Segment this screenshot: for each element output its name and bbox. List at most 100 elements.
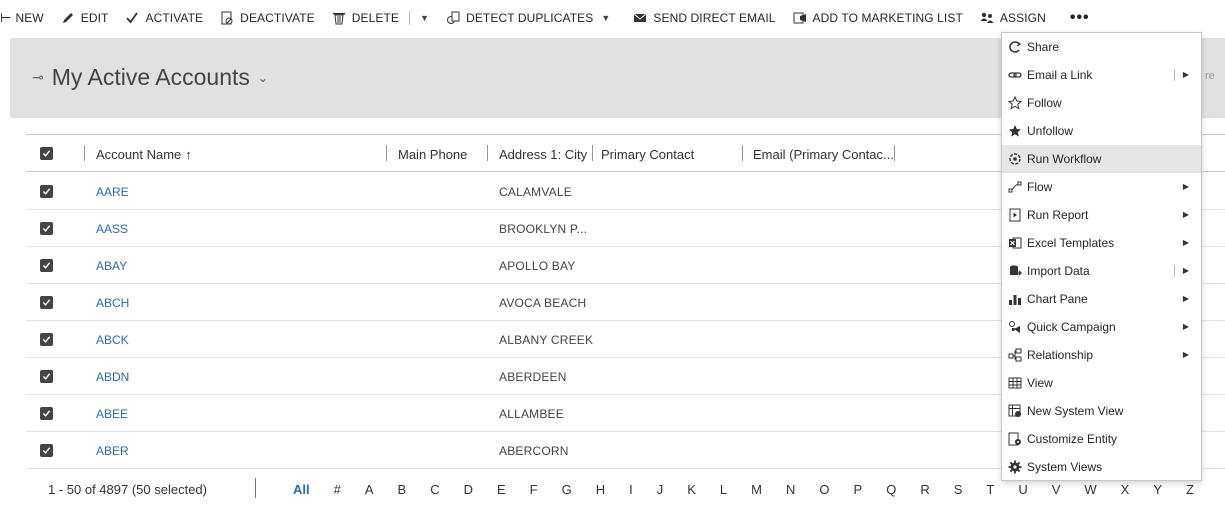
menu-item-relationship[interactable]: Relationship ▶	[1002, 341, 1201, 369]
column-header-main-phone[interactable]: Main Phone	[398, 135, 467, 173]
row-checkbox[interactable]	[40, 333, 53, 346]
select-all-checkbox[interactable]	[40, 147, 53, 160]
gear-icon	[1007, 459, 1023, 475]
menu-item-customize-entity[interactable]: Customize Entity	[1002, 425, 1201, 453]
column-header-primary-contact[interactable]: Primary Contact	[601, 135, 694, 173]
menu-item-system-views[interactable]: System Views	[1002, 453, 1201, 481]
letter-filter[interactable]: Z	[1186, 482, 1194, 497]
row-checkbox[interactable]	[40, 185, 53, 198]
column-header-email[interactable]: Email (Primary Contac...	[753, 135, 894, 173]
menu-item-share[interactable]: Share	[1002, 33, 1201, 61]
account-name-link[interactable]: ABCH	[96, 296, 129, 310]
letter-filter[interactable]: P	[854, 482, 863, 497]
menu-item-follow[interactable]: Follow	[1002, 89, 1201, 117]
letter-filter[interactable]: D	[464, 482, 473, 497]
checkmark-icon	[42, 188, 51, 195]
new-button[interactable]: ⊢ NEW	[0, 0, 52, 36]
letter-filter[interactable]: Q	[886, 482, 896, 497]
menu-item-import-data[interactable]: Import Data ▶	[1002, 257, 1201, 285]
column-divider[interactable]	[742, 145, 743, 161]
menu-item-chart-pane[interactable]: Chart Pane ▶	[1002, 285, 1201, 313]
row-checkbox[interactable]	[40, 296, 53, 309]
letter-filter-all[interactable]: All	[293, 482, 310, 497]
letter-filter[interactable]: H	[596, 482, 605, 497]
column-header-account-name[interactable]: Account Name ↑	[96, 135, 192, 173]
toolbar-divider	[409, 11, 411, 25]
row-checkbox[interactable]	[40, 370, 53, 383]
checkmark-icon	[42, 447, 51, 454]
menu-item-email-a-link[interactable]: Email a Link ▶	[1002, 61, 1201, 89]
account-name-link[interactable]: ABDN	[96, 370, 129, 384]
send-direct-email-button[interactable]: SEND DIRECT EMAIL	[624, 0, 783, 36]
menu-item-new-system-view[interactable]: New System View	[1002, 397, 1201, 425]
letter-filter[interactable]: X	[1121, 482, 1130, 497]
menu-item-run-workflow[interactable]: Run Workflow	[1002, 145, 1201, 173]
letter-filter[interactable]: Y	[1153, 482, 1162, 497]
letter-filter[interactable]: L	[720, 482, 727, 497]
letter-filter[interactable]: V	[1052, 482, 1061, 497]
checkmark-icon	[42, 336, 51, 343]
letter-filter[interactable]: T	[986, 482, 994, 497]
letter-filter[interactable]: R	[920, 482, 929, 497]
assign-button[interactable]: ASSIGN	[971, 0, 1054, 36]
letter-filter[interactable]: F	[530, 482, 538, 497]
letter-filter[interactable]: W	[1084, 482, 1096, 497]
sort-ascending-icon: ↑	[185, 146, 192, 162]
letter-filter[interactable]: B	[398, 482, 407, 497]
more-commands-menu: Share Email a Link ▶ Follow Unfollow Run…	[1001, 32, 1202, 481]
menu-item-view[interactable]: View	[1002, 369, 1201, 397]
row-checkbox[interactable]	[40, 259, 53, 272]
delete-button[interactable]: DELETE	[323, 0, 407, 36]
menu-item-quick-campaign[interactable]: Quick Campaign ▶	[1002, 313, 1201, 341]
account-name-link[interactable]: ABCK	[96, 333, 129, 347]
column-divider[interactable]	[592, 145, 593, 161]
letter-filter[interactable]: E	[497, 482, 506, 497]
menu-item-unfollow[interactable]: Unfollow	[1002, 117, 1201, 145]
edit-button[interactable]: EDIT	[52, 0, 117, 36]
account-name-link[interactable]: AASS	[96, 222, 128, 236]
letter-filter[interactable]: S	[954, 482, 963, 497]
row-checkbox[interactable]	[40, 222, 53, 235]
letter-filter[interactable]: I	[629, 482, 633, 497]
row-checkbox[interactable]	[40, 444, 53, 457]
more-commands-button[interactable]: •••	[1060, 0, 1100, 36]
activate-button[interactable]: ACTIVATE	[116, 0, 211, 36]
letter-filter[interactable]: C	[430, 482, 439, 497]
account-name-link[interactable]: AARE	[96, 185, 129, 199]
letter-filter[interactable]: G	[562, 482, 572, 497]
menu-item-excel-templates[interactable]: Excel Templates ▶	[1002, 229, 1201, 257]
menu-item-flow[interactable]: Flow ▶	[1002, 173, 1201, 201]
letter-filter[interactable]: U	[1018, 482, 1027, 497]
menu-item-run-report[interactable]: Run Report ▶	[1002, 201, 1201, 229]
letter-filter[interactable]: K	[687, 482, 696, 497]
letter-filter[interactable]: M	[751, 482, 762, 497]
account-name-link[interactable]: ABER	[96, 444, 129, 458]
add-to-marketing-list-button[interactable]: ADD TO MARKETING LIST	[784, 0, 971, 36]
submenu-divider	[1174, 265, 1175, 277]
delete-dropdown-button[interactable]: ▼	[412, 0, 437, 36]
pin-icon[interactable]: ⊸	[32, 69, 44, 86]
letter-filter[interactable]: #	[334, 482, 341, 497]
letter-filter[interactable]: N	[786, 482, 795, 497]
detect-duplicates-button[interactable]: DETECT DUPLICATES ▼	[437, 0, 618, 36]
account-name-link[interactable]: ABEE	[96, 407, 128, 421]
menu-item-label: Excel Templates	[1027, 236, 1115, 250]
marketing-list-icon	[792, 10, 808, 26]
column-divider[interactable]	[487, 145, 488, 161]
letter-filter[interactable]: J	[657, 482, 664, 497]
column-divider[interactable]	[894, 145, 895, 161]
column-label: Main Phone	[398, 146, 468, 162]
deactivate-button[interactable]: DEACTIVATE	[211, 0, 323, 36]
pencil-icon	[60, 10, 76, 26]
column-header-city[interactable]: Address 1: City	[499, 135, 587, 173]
row-checkbox[interactable]	[40, 407, 53, 420]
excel-icon	[1007, 235, 1023, 251]
search-box-edge[interactable]: re	[1205, 70, 1215, 82]
column-divider[interactable]	[386, 145, 387, 161]
letter-filter[interactable]: A	[365, 482, 374, 497]
column-divider[interactable]	[84, 145, 85, 161]
account-name-link[interactable]: ABAY	[96, 259, 127, 273]
view-selector[interactable]: ⊸ My Active Accounts ⌄	[32, 64, 268, 91]
menu-item-label: New System View	[1027, 404, 1124, 418]
letter-filter[interactable]: O	[819, 482, 829, 497]
